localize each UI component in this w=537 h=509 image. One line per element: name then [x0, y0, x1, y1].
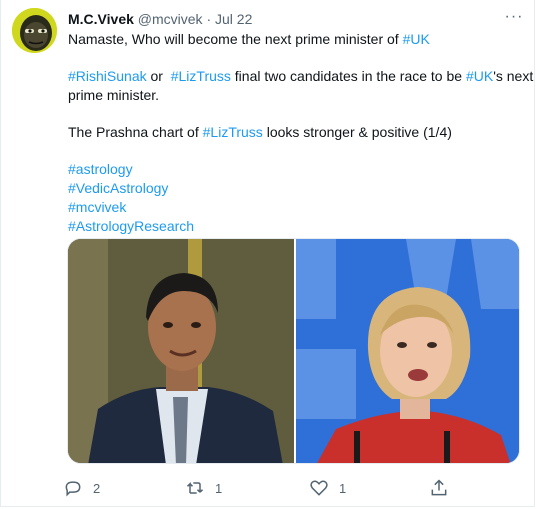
- share-icon: [431, 479, 447, 496]
- text-line-2: #RishiSunak or #LizTruss final two candi…: [68, 67, 533, 86]
- text-line-4: The Prashna chart of #LizTruss looks str…: [68, 123, 523, 142]
- action-bar: 2 1 1: [63, 478, 523, 498]
- tweet-text: Namaste, Who will become the next prime …: [68, 30, 533, 236]
- retweet-count: 1: [215, 480, 223, 496]
- heart-icon: [310, 480, 328, 496]
- hashtag-link[interactable]: #UK: [466, 68, 493, 84]
- text-segment: or: [146, 68, 171, 84]
- hashtag-link[interactable]: #mcvivek: [68, 198, 523, 217]
- hashtag-link[interactable]: #LizTruss: [171, 68, 231, 84]
- hashtag-link[interactable]: #UK: [403, 31, 430, 47]
- photo-rishi-sunak[interactable]: [68, 239, 294, 463]
- tweet-header: M.C.Vivek @mcvivek · Jul 22: [68, 10, 252, 28]
- hashtag-link[interactable]: #AstrologyResearch: [68, 217, 523, 236]
- reply-button[interactable]: 2: [63, 478, 100, 498]
- hashtag-link[interactable]: #VedicAstrology: [68, 179, 523, 198]
- reply-count: 2: [93, 480, 101, 496]
- portrait-man-icon: [68, 239, 294, 463]
- author-handle[interactable]: @mcvivek: [138, 11, 203, 27]
- separator-dot: ·: [206, 11, 212, 27]
- share-button[interactable]: [429, 478, 449, 498]
- portrait-woman-icon: [296, 239, 519, 463]
- reply-icon: [65, 481, 81, 497]
- tweet-date[interactable]: Jul 22: [215, 11, 252, 27]
- more-icon: ···: [504, 8, 524, 25]
- like-count: 1: [339, 480, 347, 496]
- more-options-button[interactable]: ···: [504, 8, 524, 26]
- avatar-face-icon: [12, 8, 57, 53]
- text-segment: The Prashna chart of: [68, 124, 203, 140]
- tweet-media[interactable]: [67, 238, 520, 464]
- text-line-3: prime minister.: [68, 87, 160, 103]
- hashtag-link[interactable]: #LizTruss: [203, 124, 263, 140]
- text-segment: 's next: [493, 68, 534, 84]
- text-segment: looks stronger & positive (1/4): [262, 124, 452, 140]
- photo-liz-truss[interactable]: [296, 239, 519, 463]
- text-segment: Namaste, Who will become the next prime …: [68, 31, 403, 47]
- author-name[interactable]: M.C.Vivek: [68, 11, 134, 27]
- text-segment: final two candidates in the race to be: [230, 68, 466, 84]
- avatar[interactable]: [12, 8, 57, 53]
- like-button[interactable]: 1: [309, 478, 346, 498]
- retweet-button[interactable]: 1: [185, 478, 222, 498]
- text-line-1: Namaste, Who will become the next prime …: [68, 30, 523, 49]
- hashtag-link[interactable]: #astrology: [68, 160, 523, 179]
- hashtag-link[interactable]: #RishiSunak: [68, 68, 147, 84]
- retweet-icon: [186, 482, 204, 494]
- tweet-card[interactable]: M.C.Vivek @mcvivek · Jul 22 ··· Namaste,…: [0, 0, 535, 507]
